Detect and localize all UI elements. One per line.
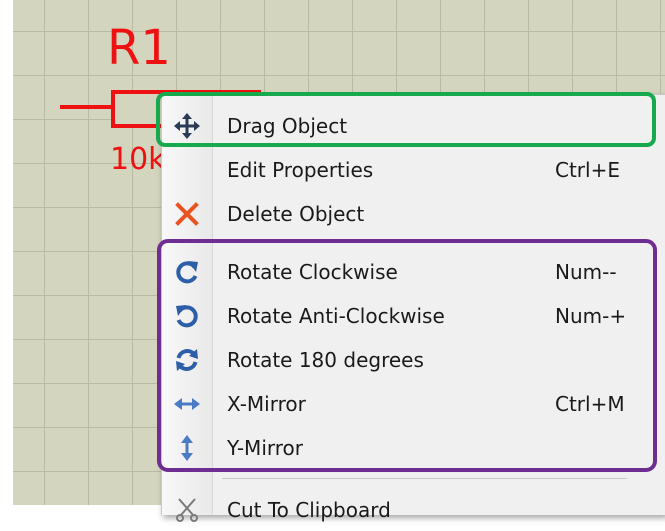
menu-item-shortcut: Ctrl+E [555, 158, 620, 182]
menu-item-edit-properties[interactable]: Edit Properties Ctrl+E [162, 149, 665, 191]
menu-item-cut-to-clipboard[interactable]: Cut To Clipboard [162, 489, 665, 531]
scissors-icon [174, 497, 200, 523]
menu-item-label: Delete Object [227, 202, 365, 226]
resistor-lead-left [60, 105, 112, 109]
menu-item-label: Cut To Clipboard [227, 498, 391, 522]
menu-item-delete-object[interactable]: Delete Object [162, 193, 665, 235]
component-reference: R1 [107, 20, 171, 76]
highlight-box-transform [157, 239, 657, 472]
delete-x-icon [174, 201, 200, 227]
highlight-box-drag [156, 92, 656, 147]
menu-item-label: Edit Properties [227, 158, 374, 182]
component-value: 10k [110, 142, 166, 177]
menu-separator [222, 478, 627, 479]
